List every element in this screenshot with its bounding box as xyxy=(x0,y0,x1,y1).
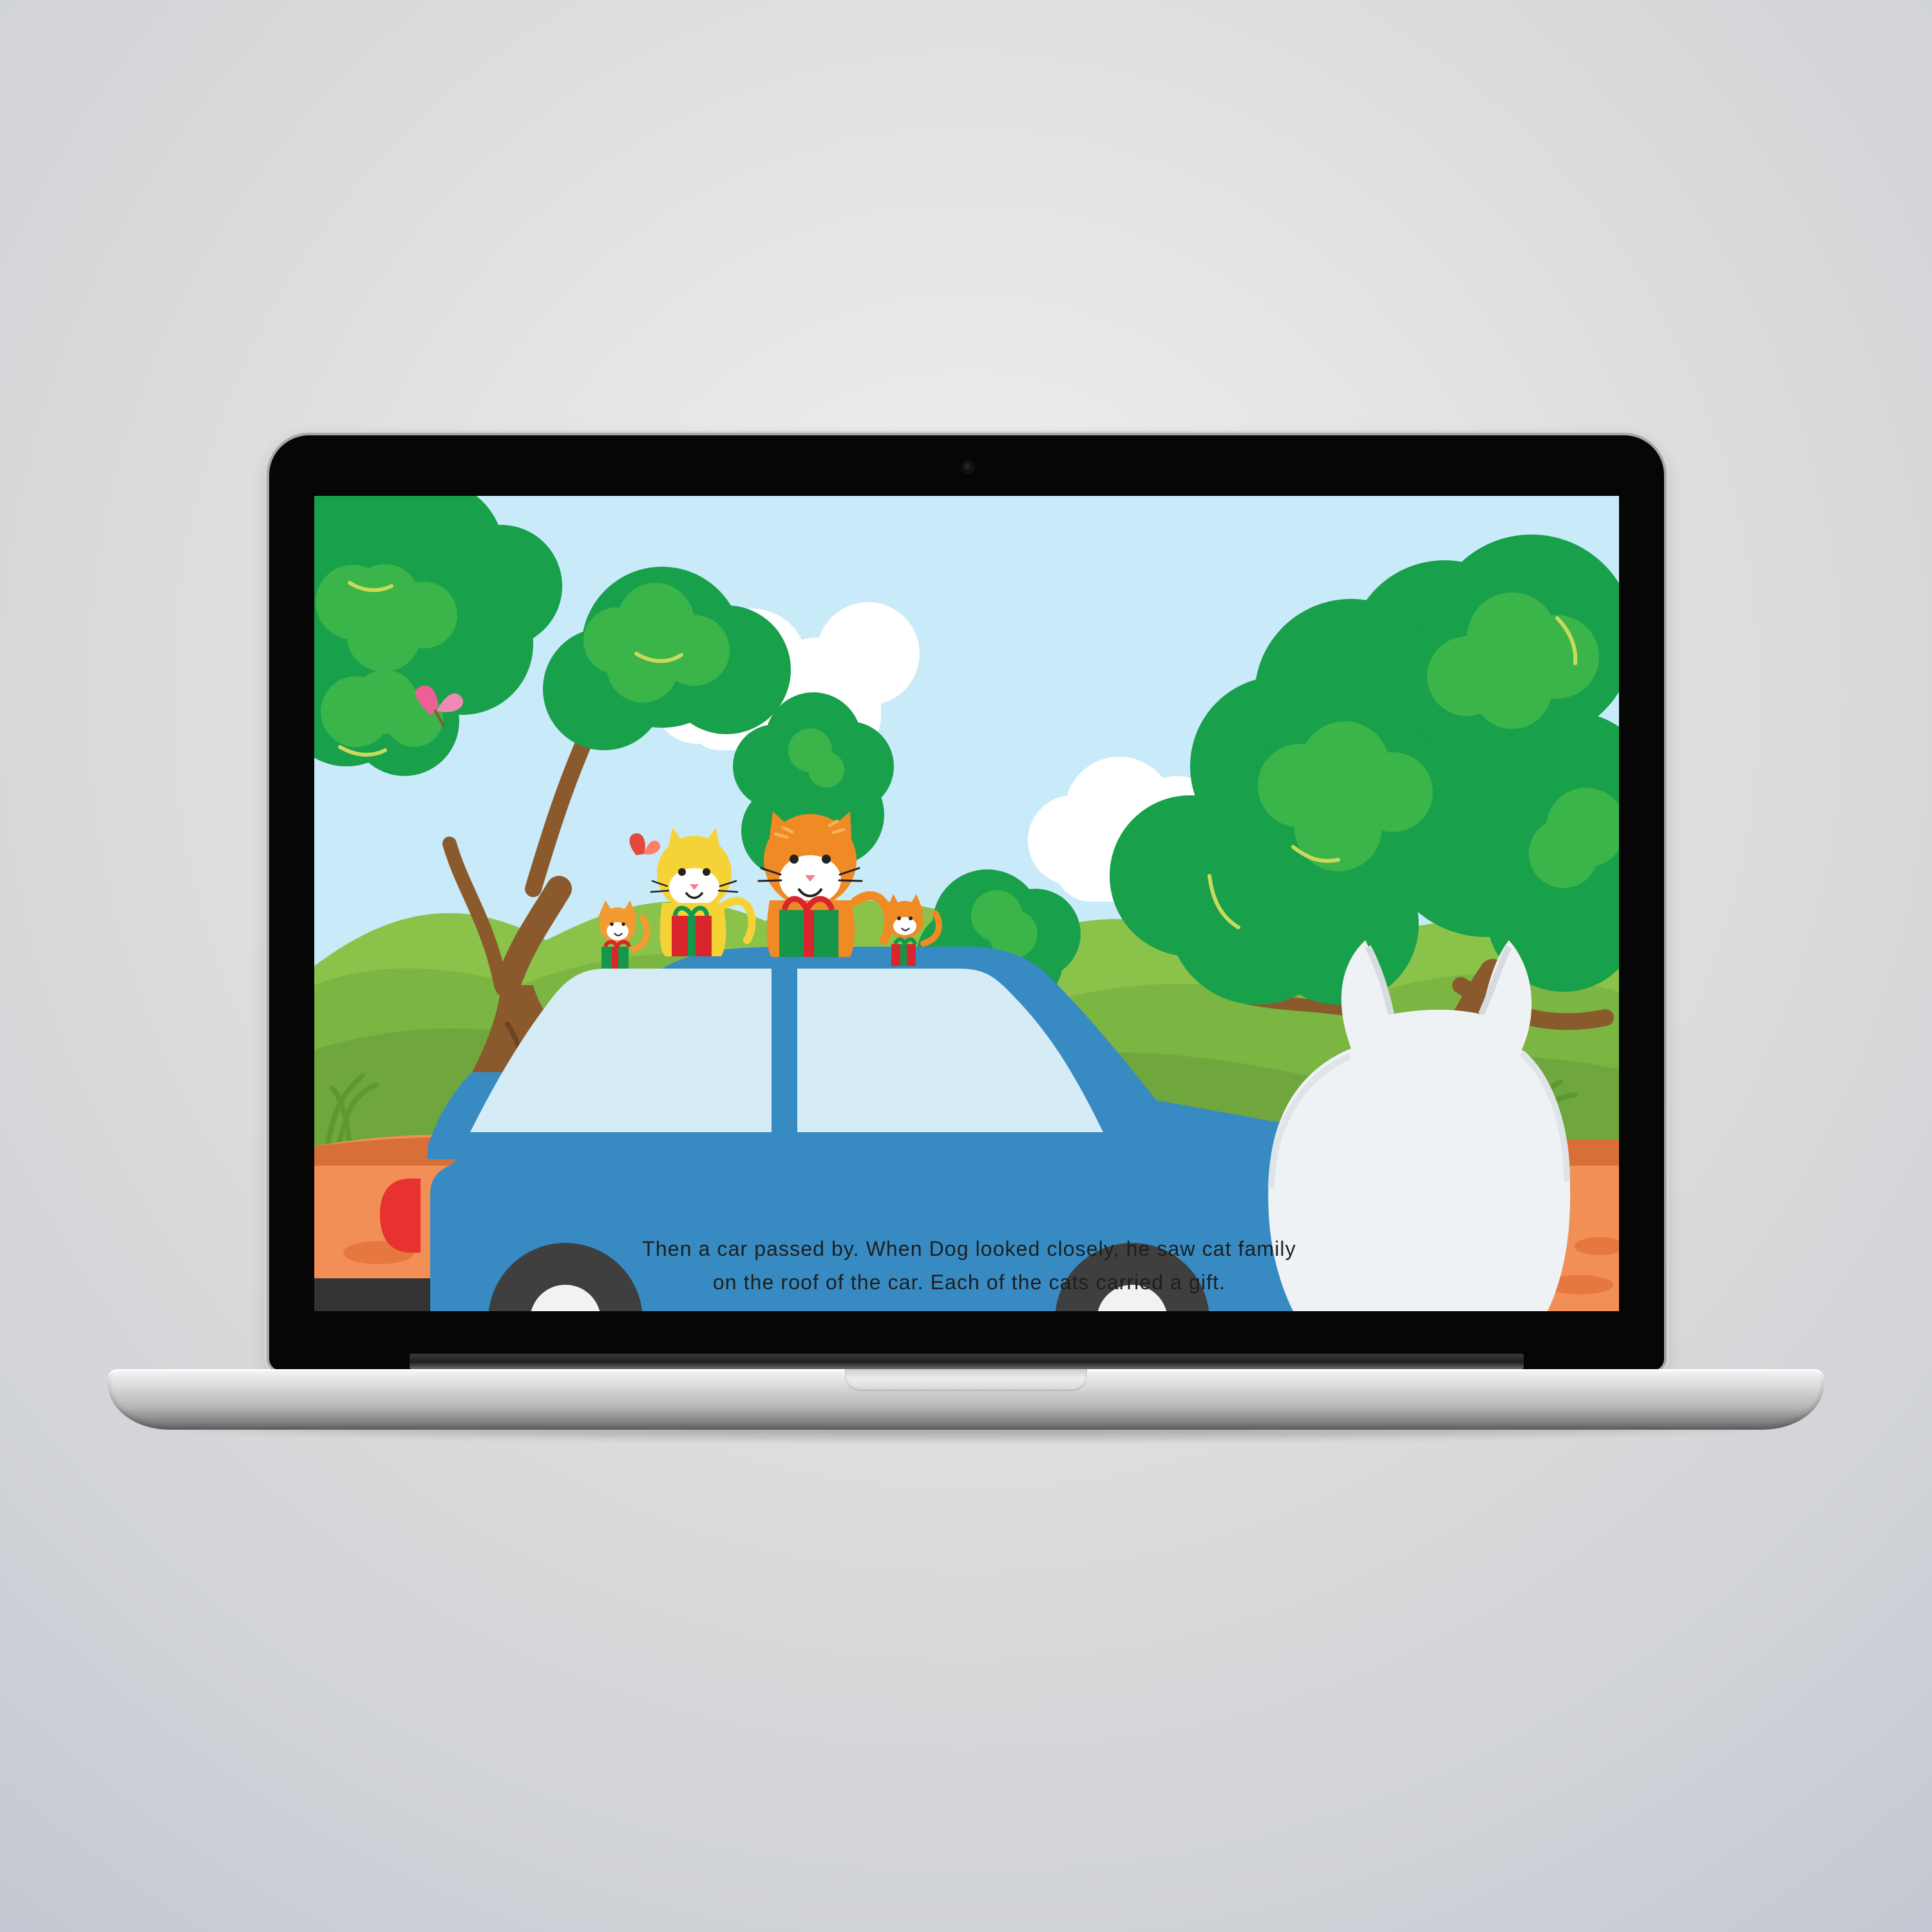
story-line-2: on the roof of the car. Each of the cats… xyxy=(712,1271,1226,1294)
story-screen: Then a car passed by. When Dog looked cl… xyxy=(314,496,1619,1311)
camera-icon xyxy=(962,461,974,473)
laptop-mockup: Then a car passed by. When Dog looked cl… xyxy=(0,0,1932,1932)
story-line-1: Then a car passed by. When Dog looked cl… xyxy=(642,1237,1296,1260)
laptop-hinge xyxy=(410,1354,1524,1369)
story-illustration xyxy=(314,496,1619,1311)
story-caption: Then a car passed by. When Dog looked cl… xyxy=(587,1232,1351,1299)
trackpad-notch xyxy=(845,1369,1087,1391)
product-mockup-scene: Then a car passed by. When Dog looked cl… xyxy=(0,0,1932,1932)
